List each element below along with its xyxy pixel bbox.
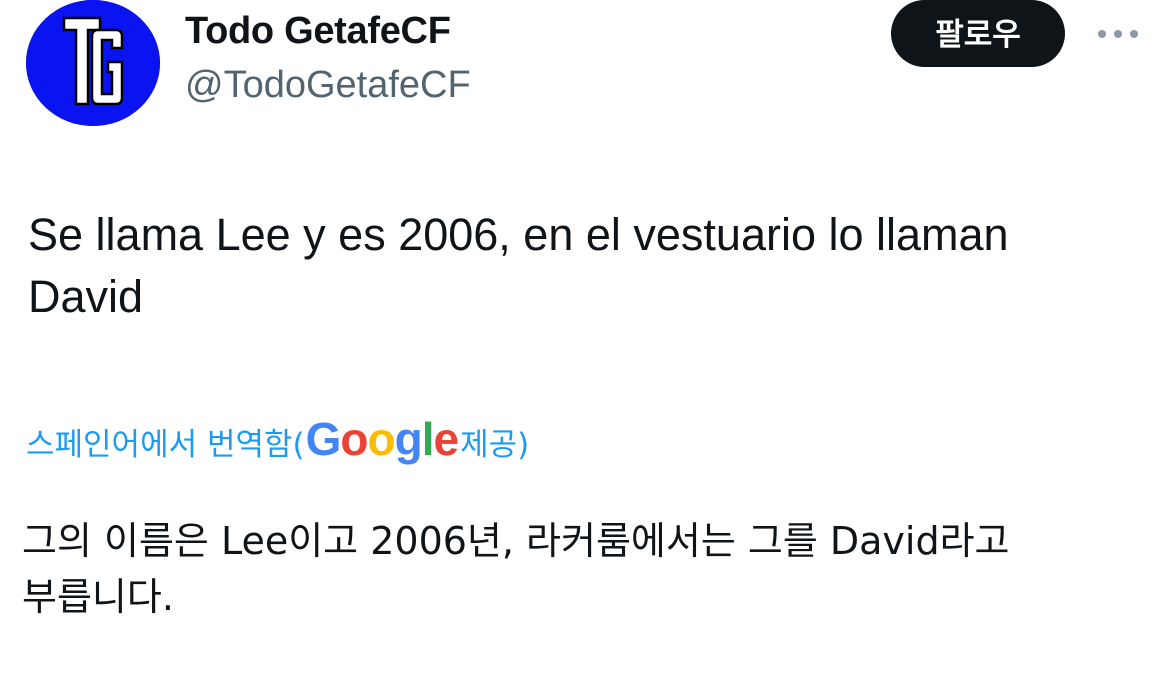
google-logo-letter: o	[340, 413, 368, 465]
avatar[interactable]	[26, 0, 160, 126]
follow-button[interactable]: 팔로우	[891, 0, 1065, 67]
more-horizontal-icon[interactable]	[1094, 24, 1142, 44]
translation-prefix[interactable]: 스페인어에서 번역함(	[26, 419, 305, 464]
google-logo-letter: e	[433, 413, 460, 465]
author-name[interactable]: Todo GetafeCF	[185, 10, 451, 53]
translated-text: 그의 이름은 Lee이고 2006년, 라커룸에서는 그를 David라고 부릅…	[22, 519, 1010, 619]
avatar-logo-icon	[26, 0, 160, 126]
tweet-card: Todo GetafeCF @TodoGetafeCF 팔로우 Se llama…	[0, 0, 1170, 691]
translation-credit[interactable]: 스페인어에서 번역함( Google 제공)	[26, 412, 529, 466]
google-logo-letter: o	[367, 413, 396, 465]
google-logo-letter: g	[394, 413, 423, 465]
google-logo-letter: G	[305, 413, 342, 465]
translation-suffix[interactable]: 제공)	[460, 419, 529, 464]
google-logo-icon: Google	[305, 412, 460, 466]
author-handle[interactable]: @TodoGetafeCF	[185, 64, 471, 107]
google-logo-letter: l	[421, 413, 435, 465]
tweet-text: Se llama Lee y es 2006, en el vestuario …	[28, 209, 1009, 322]
